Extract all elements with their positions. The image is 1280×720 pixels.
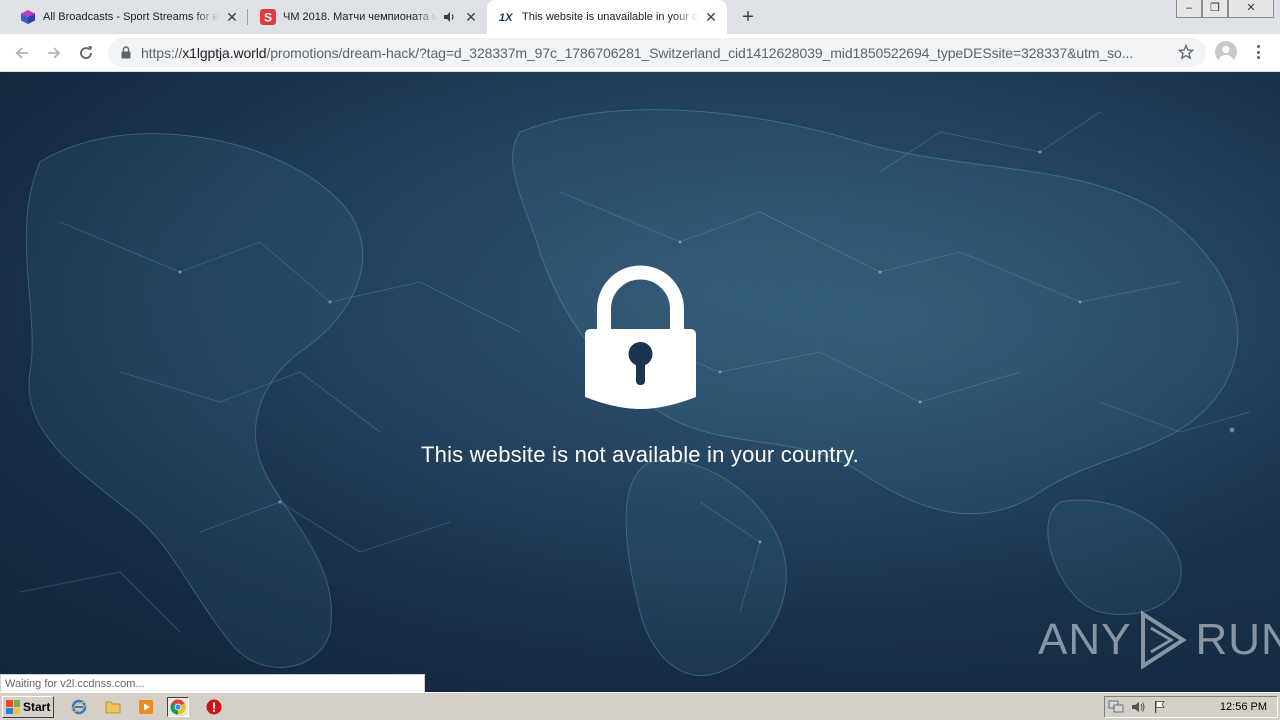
volume-icon[interactable] (1127, 698, 1149, 716)
s-sport-icon: S (260, 9, 276, 25)
start-label: Start (23, 700, 51, 714)
watermark-right-text: RUN (1195, 615, 1280, 664)
status-bubble: Waiting for v2l.ccdnss.com... (0, 674, 425, 692)
play-icon (1141, 610, 1188, 670)
address-bar[interactable]: https://x1lgptja.world/promotions/dream-… (108, 38, 1206, 67)
tab-unavailable[interactable]: 1X This website is unavailable in your c… (487, 0, 727, 34)
url-host: x1lgptja.world (182, 45, 267, 61)
minimize-button[interactable]: ‒ (1176, 0, 1202, 18)
arrow-left-icon (15, 47, 28, 59)
1x-icon: 1X (499, 9, 515, 25)
taskbar: Start ⌃ 12:56 PM (0, 692, 1280, 720)
profile-avatar[interactable] (1215, 41, 1237, 63)
lock-icon[interactable] (121, 46, 131, 64)
network-icon[interactable] (1105, 698, 1127, 716)
page-content: This website is not available in your co… (0, 72, 1280, 692)
system-tray: 12:56 PM (1104, 696, 1278, 718)
media-player-icon[interactable] (135, 697, 157, 717)
restore-button[interactable]: ❐ (1202, 0, 1228, 18)
taskbar-clock[interactable]: 12:56 PM (1220, 701, 1267, 713)
bookmark-star-icon[interactable] (1177, 43, 1195, 65)
tab-chm-2018[interactable]: S ЧМ 2018. Матчи чемпионата мира ✕ (240, 0, 487, 34)
url-path: /promotions/dream-hack/?tag=d_328337m_97… (266, 45, 1134, 61)
tab-title: ЧМ 2018. Матчи чемпионата мира (283, 11, 437, 23)
stop-sign-icon[interactable] (203, 697, 225, 717)
start-button[interactable]: Start (2, 696, 54, 718)
anyrun-watermark: ANY RUN (1038, 610, 1280, 670)
flag-icon[interactable] (1149, 698, 1171, 716)
padlock-icon (585, 265, 696, 409)
tab-close-icon[interactable]: ✕ (703, 9, 719, 25)
svg-text:1X: 1X (499, 12, 513, 24)
windows-flag-icon (6, 700, 20, 714)
tab-close-icon[interactable]: ✕ (224, 9, 240, 25)
forward-button[interactable] (42, 41, 66, 65)
menu-kebab-icon[interactable] (1250, 42, 1266, 62)
tab-strip: All Broadcasts - Sport Streams for each … (0, 0, 1280, 34)
url-scheme: https:// (141, 45, 183, 61)
reload-button[interactable] (74, 41, 98, 65)
tab-close-icon[interactable]: ✕ (463, 9, 479, 25)
person-icon (1219, 45, 1233, 63)
tab-all-broadcasts[interactable]: All Broadcasts - Sport Streams for each … (0, 0, 248, 34)
reload-icon (80, 46, 92, 59)
back-button[interactable] (10, 41, 34, 65)
watermark-left-text: ANY (1038, 615, 1132, 664)
url-text[interactable]: https://x1lgptja.world/promotions/dream-… (141, 45, 1171, 61)
new-tab-button[interactable]: + (738, 7, 758, 27)
tab-title: All Broadcasts - Sport Streams for each (43, 11, 220, 23)
browser-toolbar: https://x1lgptja.world/promotions/dream-… (0, 34, 1280, 72)
internet-explorer-icon[interactable] (68, 697, 90, 717)
folder-icon[interactable] (102, 697, 124, 717)
tab-title: This website is unavailable in your coun… (522, 11, 699, 23)
arrow-right-icon (48, 47, 61, 59)
cube-icon (20, 9, 36, 25)
window-controls: ‒ ❐ ✕ (1176, 0, 1274, 18)
chrome-icon[interactable] (167, 697, 189, 717)
speaker-icon[interactable] (441, 9, 457, 25)
svg-text:S: S (264, 11, 272, 25)
unavailable-message: This website is not available in your co… (421, 442, 859, 467)
close-window-button[interactable]: ✕ (1228, 0, 1274, 18)
